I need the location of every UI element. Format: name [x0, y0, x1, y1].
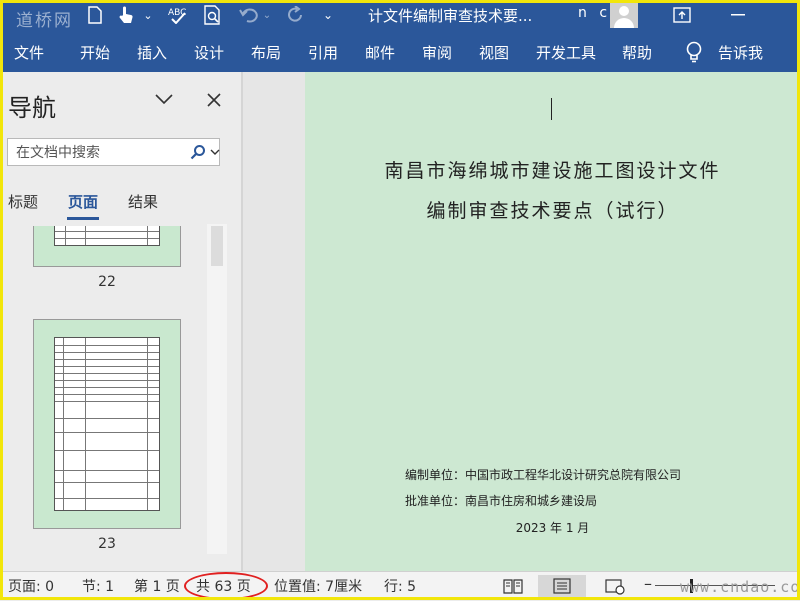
undo-dropdown-icon[interactable]: ⌄: [262, 4, 272, 26]
watermark-logo: 道桥网: [16, 11, 73, 31]
lightbulb-icon: [686, 41, 702, 63]
tell-me-search[interactable]: 告诉我: [718, 42, 763, 63]
print-layout-icon[interactable]: [538, 575, 586, 597]
redo-icon[interactable]: [286, 4, 306, 26]
spelling-check-icon[interactable]: ABC: [166, 4, 188, 26]
status-position[interactable]: 位置值: 7厘米: [274, 576, 362, 596]
document-date: 2023 年 1 月: [515, 521, 590, 535]
tab-mailings[interactable]: 邮件: [365, 42, 395, 63]
tab-results[interactable]: 结果: [128, 191, 158, 212]
tab-file[interactable]: 文件: [14, 42, 44, 63]
tab-design[interactable]: 设计: [194, 42, 224, 63]
print-preview-icon[interactable]: [202, 4, 224, 26]
title-bar: 道桥网 ⌄ ABC ⌄ ⌄ 计文件编制审查技术要... n c: [0, 0, 800, 31]
search-icon[interactable]: [190, 144, 206, 160]
tab-layout[interactable]: 布局: [251, 42, 281, 63]
tab-references[interactable]: 引用: [308, 42, 338, 63]
touch-mode-icon[interactable]: [116, 4, 136, 26]
navigation-pane-title: 导航: [8, 94, 56, 122]
navigation-pane: 导航 标题 页面 结果 22: [0, 72, 242, 571]
status-line[interactable]: 行: 5: [384, 576, 416, 596]
tab-review[interactable]: 审阅: [422, 42, 452, 63]
document-search-box[interactable]: [7, 138, 220, 166]
status-section[interactable]: 节: 1: [82, 576, 114, 596]
page-thumbnail-label: 22: [98, 274, 116, 290]
compiling-unit: 编制单位：中国市政工程华北设计研究总院有限公司: [405, 468, 682, 482]
navigation-scrollbar[interactable]: [207, 224, 227, 554]
document-title: 计文件编制审查技术要...: [368, 7, 533, 25]
page-thumbnail-22[interactable]: [33, 226, 181, 267]
watermark-url: www.cndao.com: [680, 578, 800, 596]
page-thumbnail-label: 23: [98, 536, 116, 552]
status-bar: 页面: 0 节: 1 第 1 页 共 63 页 位置值: 7厘米 行: 5 – …: [0, 571, 800, 600]
tab-developer[interactable]: 开发工具: [536, 42, 596, 63]
undo-icon[interactable]: [238, 4, 260, 26]
document-title-line-1: 南昌市海绵城市建设施工图设计文件: [384, 160, 721, 182]
tab-insert[interactable]: 插入: [137, 42, 167, 63]
highlight-oval: [184, 572, 268, 600]
status-page-of[interactable]: 第 1 页: [134, 576, 180, 596]
document-page[interactable]: 南昌市海绵城市建设施工图设计文件 编制审查技术要点（试行） 编制单位：中国市政工…: [305, 72, 800, 571]
tab-help[interactable]: 帮助: [622, 42, 652, 63]
active-tab-indicator: [67, 217, 99, 220]
search-input[interactable]: [14, 142, 186, 164]
tab-pages[interactable]: 页面: [68, 191, 98, 212]
ribbon-tabs: 文件 开始 插入 设计 布局 引用 邮件 审阅 视图 开发工具 帮助 告诉我: [0, 30, 800, 72]
tab-headings[interactable]: 标题: [8, 191, 38, 212]
tab-view[interactable]: 视图: [479, 42, 509, 63]
customize-toolbar-icon[interactable]: ⌄: [322, 4, 334, 26]
close-icon[interactable]: [204, 90, 224, 110]
web-layout-icon[interactable]: [600, 575, 630, 597]
text-cursor: [551, 98, 552, 120]
document-title-line-2: 编制审查技术要点（试行）: [426, 200, 679, 222]
user-name[interactable]: n c: [578, 5, 611, 21]
document-area: 南昌市海绵城市建设施工图设计文件 编制审查技术要点（试行） 编制单位：中国市政工…: [243, 72, 800, 571]
scrollbar-thumb[interactable]: [211, 226, 223, 266]
zoom-out-icon[interactable]: –: [644, 574, 652, 593]
chevron-down-icon[interactable]: [154, 90, 174, 108]
approving-unit: 批准单位：南昌市住房和城乡建设局: [405, 494, 598, 508]
page-thumbnail-23[interactable]: [33, 319, 181, 529]
chevron-down-icon[interactable]: ⌄: [142, 4, 154, 26]
minimize-icon[interactable]: [728, 4, 748, 26]
new-document-icon[interactable]: [86, 4, 104, 26]
avatar[interactable]: [610, 2, 638, 28]
read-mode-icon[interactable]: [498, 575, 528, 597]
tab-home[interactable]: 开始: [80, 42, 110, 63]
search-options-chevron-icon[interactable]: [210, 148, 220, 156]
status-page[interactable]: 页面: 0: [8, 576, 54, 596]
ribbon-display-options-icon[interactable]: [672, 4, 692, 26]
